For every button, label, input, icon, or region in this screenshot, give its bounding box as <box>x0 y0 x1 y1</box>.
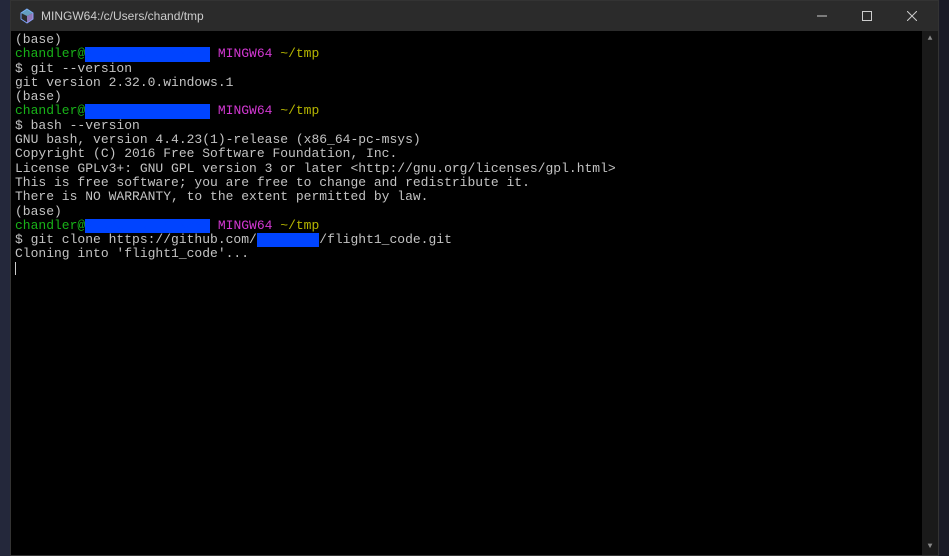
redacted-username: username <box>257 233 319 247</box>
prompt-cwd: ~/tmp <box>280 103 319 118</box>
prompt-user: chandler@ <box>15 218 85 233</box>
prompt-cwd: ~/tmp <box>280 46 319 61</box>
redacted-host: REDACTEDHOSTNAME <box>85 47 210 61</box>
output-line: git version 2.32.0.windows.1 <box>15 76 934 90</box>
redacted-host: REDACTEDHOSTNAME <box>85 219 210 233</box>
maximize-button[interactable] <box>844 1 889 31</box>
prompt-cwd: ~/tmp <box>280 218 319 233</box>
command-line: $ git clone https://github.com/username/… <box>15 233 934 247</box>
output-line: Copyright (C) 2016 Free Software Foundat… <box>15 147 934 161</box>
output-line: License GPLv3+: GNU GPL version 3 or lat… <box>15 162 934 176</box>
scrollbar[interactable]: ▲ ▼ <box>922 31 938 555</box>
mingw-icon <box>19 8 35 24</box>
prompt-env: MINGW64 <box>210 46 280 61</box>
prompt-user: chandler@ <box>15 46 85 61</box>
titlebar[interactable]: MINGW64:/c/Users/chand/tmp <box>11 1 938 31</box>
prompt-env: MINGW64 <box>210 218 280 233</box>
output-line: There is NO WARRANTY, to the extent perm… <box>15 190 934 204</box>
base-tag: (base) <box>15 32 62 47</box>
output-line: This is free software; you are free to c… <box>15 176 934 190</box>
cursor <box>15 262 16 275</box>
editor-gutter <box>0 0 10 556</box>
close-button[interactable] <box>889 1 934 31</box>
output-line: Cloning into 'flight1_code'... <box>15 247 934 261</box>
terminal-window: MINGW64:/c/Users/chand/tmp (base) chandl… <box>10 0 939 556</box>
window-title: MINGW64:/c/Users/chand/tmp <box>41 9 204 23</box>
minimize-button[interactable] <box>799 1 844 31</box>
scroll-down-icon[interactable]: ▼ <box>922 539 938 555</box>
redacted-host: REDACTEDHOSTNAME <box>85 104 210 118</box>
prompt-env: MINGW64 <box>210 103 280 118</box>
base-tag: (base) <box>15 89 62 104</box>
scroll-up-icon[interactable]: ▲ <box>922 31 938 47</box>
command-line: $ bash --version <box>15 119 934 133</box>
terminal-output[interactable]: (base) chandler@REDACTEDHOSTNAME MINGW64… <box>11 31 938 555</box>
output-line: GNU bash, version 4.4.23(1)-release (x86… <box>15 133 934 147</box>
cmd-text: $ git clone https://github.com/ <box>15 232 257 247</box>
prompt-user: chandler@ <box>15 103 85 118</box>
command-line: $ git --version <box>15 62 934 76</box>
base-tag: (base) <box>15 204 62 219</box>
cmd-text: /flight1_code.git <box>319 232 452 247</box>
